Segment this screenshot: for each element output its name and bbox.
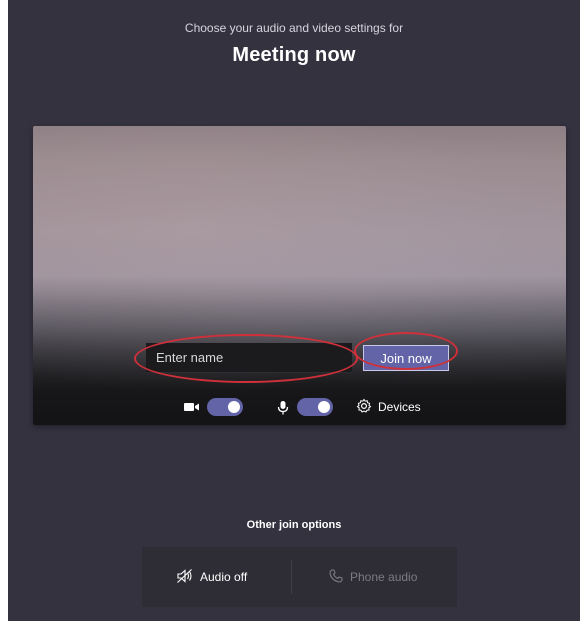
phone-icon [328, 568, 344, 587]
join-now-button[interactable]: Join now [363, 345, 449, 371]
video-camera-icon [183, 400, 201, 414]
meeting-title: Meeting now [232, 44, 356, 66]
devices-label: Devices [378, 400, 421, 414]
devices-button[interactable]: Devices [356, 396, 421, 418]
video-preview: Join now [33, 126, 566, 425]
phone-audio-button[interactable]: Phone audio [328, 547, 417, 607]
options-divider [291, 560, 292, 594]
page-subtitle: Choose your audio and video settings for [184, 21, 404, 35]
other-join-options-title: Other join options [246, 519, 342, 531]
microphone-icon [274, 400, 292, 415]
audio-off-button[interactable]: Audio off [176, 547, 247, 607]
speaker-muted-icon [176, 568, 194, 587]
microphone-toggle[interactable] [297, 398, 333, 416]
name-input[interactable] [146, 343, 352, 373]
media-controls: Devices [33, 396, 566, 418]
gear-icon [356, 398, 372, 417]
phone-audio-label: Phone audio [350, 570, 418, 584]
microphone-toggle-knob [318, 401, 330, 413]
camera-toggle-knob [228, 401, 240, 413]
join-options-bar: Audio off Phone audio [142, 547, 457, 607]
audio-off-label: Audio off [200, 570, 248, 584]
camera-toggle[interactable] [207, 398, 243, 416]
join-screen: Choose your audio and video settings for… [8, 0, 580, 621]
